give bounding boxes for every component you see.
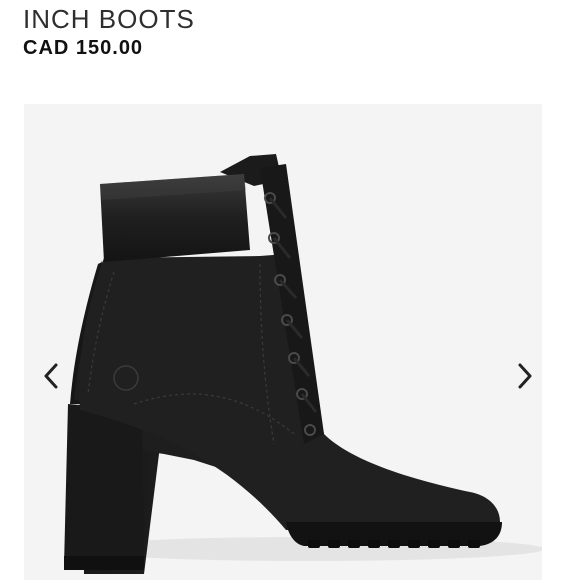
next-image-button[interactable] [512, 361, 538, 391]
previous-image-button[interactable] [38, 361, 64, 391]
product-page: INCH BOOTS CAD 150.00 [0, 0, 580, 580]
product-image-gallery [24, 104, 542, 580]
product-image[interactable] [24, 104, 542, 580]
chevron-left-icon [44, 363, 58, 389]
chevron-right-icon [518, 363, 532, 389]
product-title: INCH BOOTS [23, 4, 195, 34]
product-price: CAD 150.00 [23, 37, 144, 59]
